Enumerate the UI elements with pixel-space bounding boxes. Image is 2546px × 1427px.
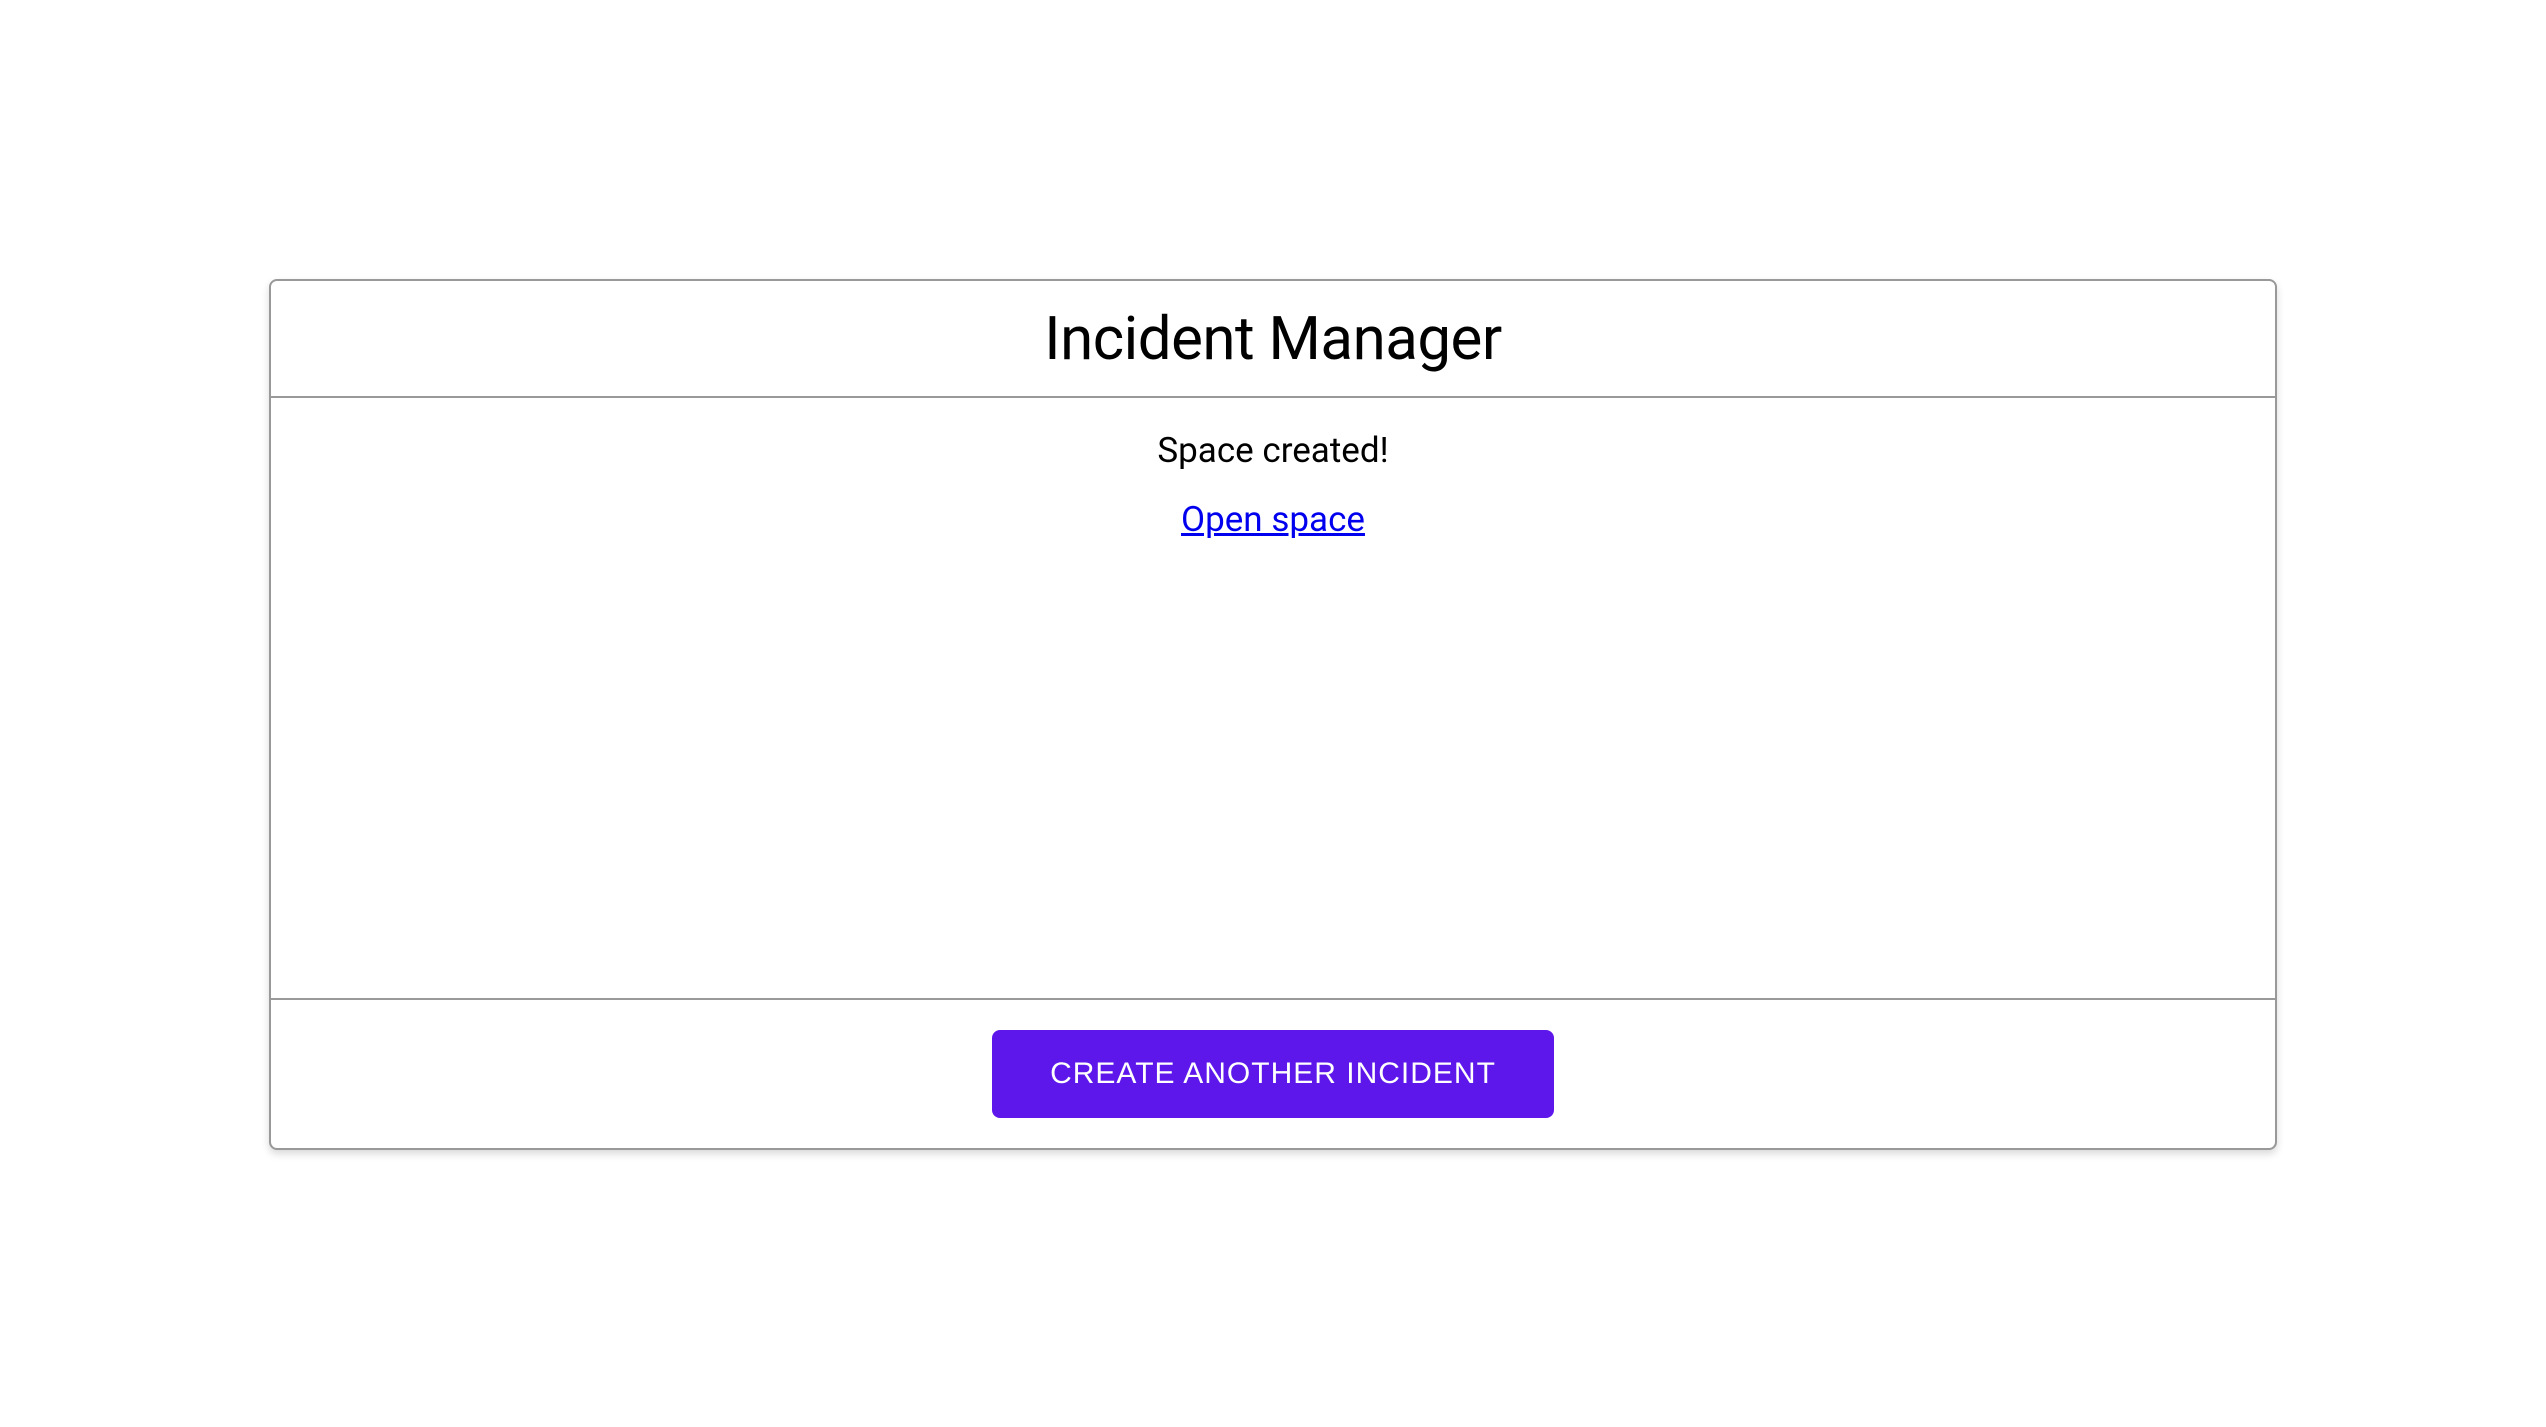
card-body: Space created! Open space: [271, 398, 2275, 1000]
page-title: Incident Manager: [271, 303, 2275, 374]
create-another-incident-button[interactable]: CREATE ANOTHER INCIDENT: [992, 1030, 1554, 1118]
status-message: Space created!: [271, 430, 2275, 471]
open-space-link[interactable]: Open space: [1181, 499, 1365, 540]
incident-manager-card: Incident Manager Space created! Open spa…: [269, 279, 2277, 1150]
card-header: Incident Manager: [271, 281, 2275, 398]
card-footer: CREATE ANOTHER INCIDENT: [271, 1000, 2275, 1148]
